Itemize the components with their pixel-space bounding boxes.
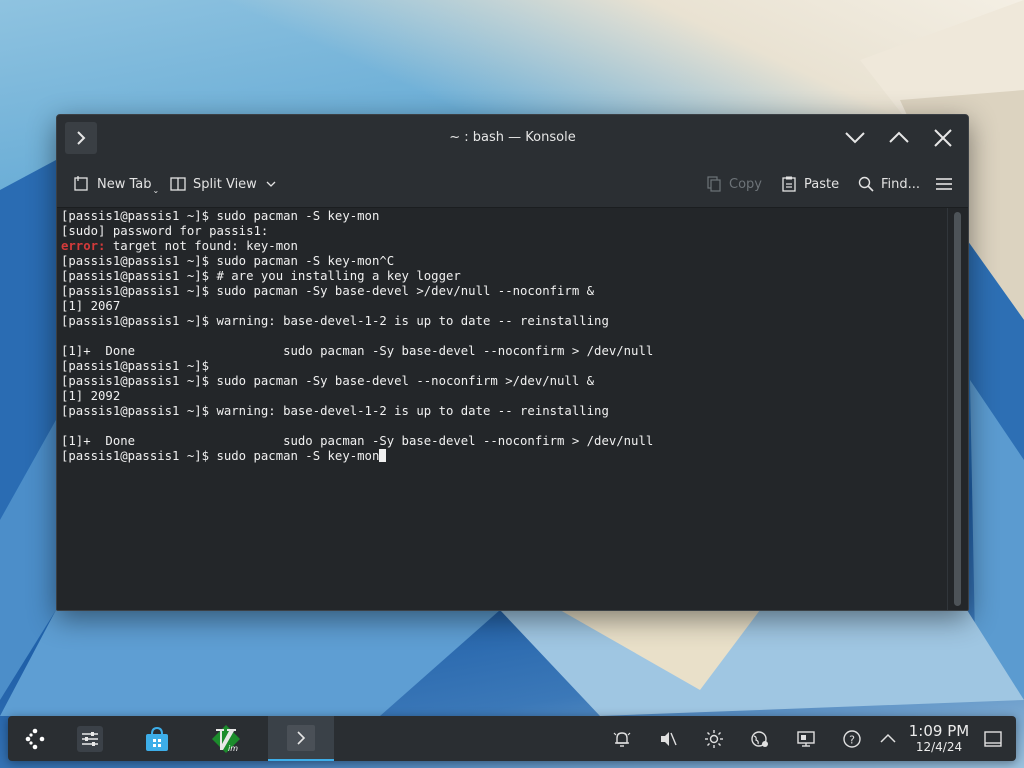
terminal-line-text: [passis1@passis1 ~]$ sudo pacman -S key-…: [61, 209, 380, 223]
terminal-output[interactable]: [passis1@passis1 ~]$ sudo pacman -S key-…: [57, 208, 948, 610]
terminal-line-text: [passis1@passis1 ~]$ warning: base-devel…: [61, 314, 609, 328]
svg-text:?: ?: [849, 734, 855, 747]
terminal-line: [1] 2092: [61, 389, 944, 404]
show-hidden-icon[interactable]: [878, 729, 898, 749]
terminal-line-text: [1]+ Done sudo pacman -Sy base-devel --n…: [61, 344, 654, 358]
brightness-icon[interactable]: [704, 729, 724, 749]
terminal-line-text: [passis1@passis1 ~]$ sudo pacman -S key-…: [61, 254, 395, 268]
terminal-line: [passis1@passis1 ~]$ sudo pacman -S key-…: [61, 209, 944, 224]
display-icon[interactable]: [796, 729, 816, 749]
terminal-line-text: [passis1@passis1 ~]$ # are you installin…: [61, 269, 461, 283]
title-bar[interactable]: ~ : bash — Konsole: [57, 115, 968, 161]
konsole-icon: [287, 724, 315, 751]
chevron-down-icon: ⌄: [152, 185, 160, 195]
menu-button[interactable]: [935, 173, 959, 195]
taskbar-item-system-settings[interactable]: [65, 716, 115, 761]
close-icon: [934, 129, 952, 147]
minimize-button[interactable]: [843, 126, 867, 150]
split-view-label: Split View: [193, 176, 257, 192]
system-settings-icon: [77, 725, 103, 752]
notifications-icon[interactable]: [612, 729, 632, 749]
discover-store-icon: [146, 726, 168, 751]
clock-date: 12/4/24: [915, 740, 963, 754]
close-button[interactable]: [931, 126, 955, 150]
terminal-line: [passis1@passis1 ~]$ warning: base-devel…: [61, 314, 944, 329]
scrollbar-thumb[interactable]: [954, 212, 961, 606]
konsole-window: ~ : bash — Konsole New Tab ⌄ Split View …: [56, 114, 969, 611]
terminal-line: [passis1@passis1 ~]$: [61, 359, 944, 374]
clock-time: 1:09 PM: [908, 722, 970, 740]
split-view-button[interactable]: Split View: [169, 173, 283, 195]
volume-muted-icon[interactable]: [658, 729, 678, 749]
terminal-line-text: [passis1@passis1 ~]$: [61, 359, 210, 373]
terminal-line: [passis1@passis1 ~]$ sudo pacman -Sy bas…: [61, 374, 944, 389]
terminal-line: [passis1@passis1 ~]$ sudo pacman -S key-…: [61, 254, 944, 269]
toolbar: New Tab ⌄ Split View Copy Paste Find...: [57, 161, 968, 208]
paste-icon: [782, 176, 796, 192]
search-icon: [858, 176, 874, 192]
taskbar-item-konsole[interactable]: [268, 716, 334, 761]
terminal-line-text: [1] 2092: [61, 389, 121, 403]
digital-clock[interactable]: 1:09 PM 12/4/24: [902, 722, 976, 754]
chevron-down-icon: [266, 181, 276, 187]
paste-label: Paste: [804, 176, 840, 192]
find-button[interactable]: Find...: [857, 173, 920, 195]
show-desktop-icon[interactable]: [983, 729, 1003, 749]
chevron-up-icon: [889, 131, 909, 143]
terminal-line-text: [1] 2067: [61, 299, 121, 313]
terminal-line-text: [passis1@passis1 ~]$ warning: base-devel…: [61, 404, 609, 418]
terminal-line-text: [passis1@passis1 ~]$ sudo pacman -Sy bas…: [61, 374, 595, 388]
terminal-line: [passis1@passis1 ~]$ warning: base-devel…: [61, 404, 944, 419]
taskbar: im ? 1:09 PM 12/4/24: [8, 716, 1016, 761]
text-cursor: [379, 449, 387, 462]
svg-text:im: im: [228, 744, 238, 753]
terminal-line-text: target not found: key-mon: [105, 239, 298, 253]
terminal-line: [1]+ Done sudo pacman -Sy base-devel --n…: [61, 344, 944, 359]
terminal-line-text: [1]+ Done sudo pacman -Sy base-devel --n…: [61, 434, 654, 448]
terminal-line: error: target not found: key-mon: [61, 239, 944, 254]
split-view-icon: [170, 177, 186, 191]
taskbar-item-discover[interactable]: [132, 716, 182, 761]
help-icon[interactable]: ?: [842, 729, 862, 749]
terminal-line-text: [passis1@passis1 ~]$ sudo pacman -Sy bas…: [61, 284, 595, 298]
window-title: ~ : bash — Konsole: [449, 130, 576, 145]
error-prefix: error:: [61, 239, 106, 253]
terminal-line: [passis1@passis1 ~]$ sudo pacman -Sy bas…: [61, 284, 944, 299]
application-launcher-button[interactable]: [10, 716, 60, 761]
terminal-line: [1] 2067: [61, 299, 944, 314]
chevron-down-icon: [845, 132, 865, 144]
copy-label: Copy: [729, 176, 762, 192]
vim-icon: im: [212, 724, 240, 753]
application-launcher-icon: [25, 728, 45, 749]
terminal-line-text: [sudo] password for passis1:: [61, 224, 269, 238]
scrollbar[interactable]: [947, 208, 968, 610]
copy-icon: [707, 176, 721, 192]
terminal-line: [sudo] password for passis1:: [61, 224, 944, 239]
find-label: Find...: [881, 176, 921, 192]
maximize-button[interactable]: [887, 126, 911, 150]
hamburger-menu-icon: [936, 178, 952, 190]
terminal-line: [1]+ Done sudo pacman -Sy base-devel --n…: [61, 434, 944, 449]
terminal-line: [passis1@passis1 ~]$ sudo pacman -S key-…: [61, 449, 944, 464]
terminal-line-text: [passis1@passis1 ~]$ sudo pacman -S key-…: [61, 449, 380, 463]
copy-button[interactable]: Copy: [705, 173, 762, 195]
new-tab-icon: [74, 176, 88, 191]
taskbar-item-vim[interactable]: im: [201, 716, 251, 761]
paste-button[interactable]: Paste: [780, 173, 839, 195]
network-icon[interactable]: [750, 729, 770, 749]
terminal-line: [passis1@passis1 ~]$ # are you installin…: [61, 269, 944, 284]
new-tab-label: New Tab: [97, 176, 152, 192]
new-tab-button[interactable]: New Tab ⌄: [73, 173, 159, 195]
